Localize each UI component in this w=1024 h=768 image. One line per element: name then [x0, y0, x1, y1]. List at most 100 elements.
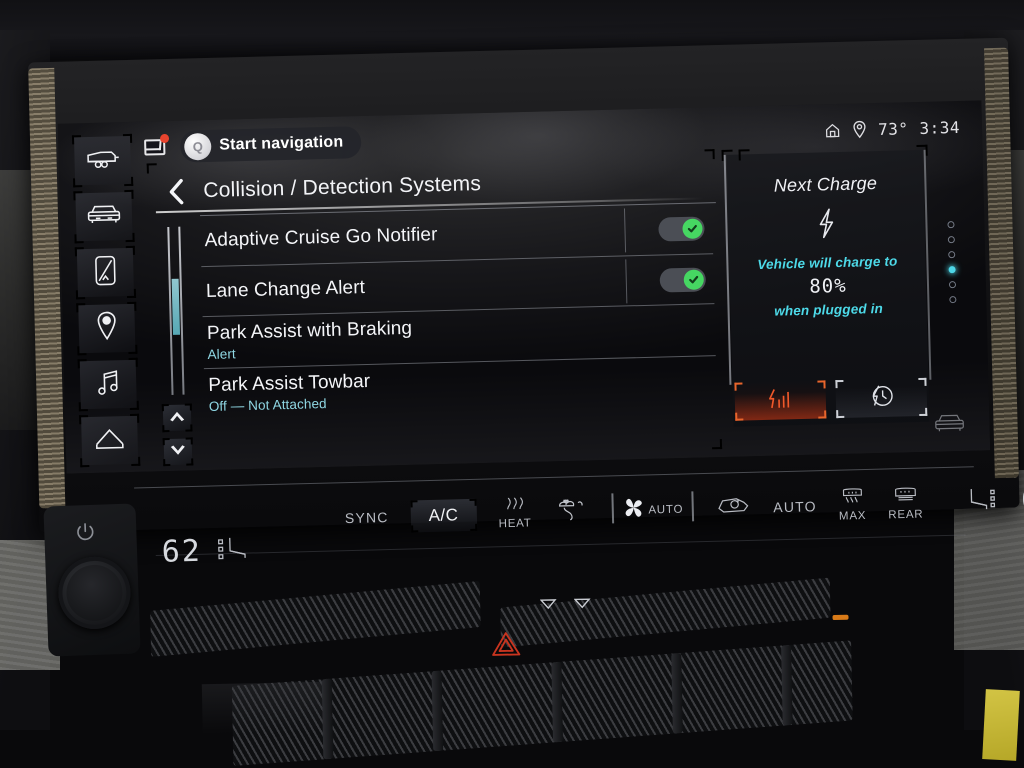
- chevron-down-icon: [170, 443, 186, 461]
- seat-control-surface: [201, 681, 323, 735]
- toggle-knob: [682, 218, 703, 239]
- page-dot[interactable]: [948, 281, 957, 289]
- row-text-block: Park Assist with Braking Alert: [207, 310, 716, 362]
- charge-level-button[interactable]: [734, 380, 827, 421]
- toggle-lane-change-alert[interactable]: [659, 266, 707, 293]
- rear-defrost-icon: [892, 486, 919, 508]
- auto-button[interactable]: AUTO: [773, 498, 817, 515]
- location-pin-icon: [94, 310, 119, 347]
- page-dot[interactable]: [947, 236, 955, 244]
- chevron-left-icon[interactable]: [161, 174, 192, 209]
- driver-temperature[interactable]: 62: [161, 534, 202, 570]
- charge-percent: 80%: [809, 274, 847, 298]
- rear-label: REAR: [888, 508, 924, 522]
- max-defrost-button[interactable]: MAX: [838, 487, 866, 523]
- air-recirculation-icon[interactable]: [715, 493, 752, 523]
- ac-button[interactable]: A/C: [410, 498, 477, 532]
- next-charge-title: Next Charge: [773, 173, 878, 196]
- page-dot[interactable]: [947, 221, 955, 229]
- sidebar-item-navigation[interactable]: [76, 301, 138, 356]
- seat-icon[interactable]: [217, 535, 252, 567]
- max-defrost-icon: [839, 487, 866, 509]
- scrollbar-thumb[interactable]: [171, 278, 181, 335]
- fan-auto-label: AUTO: [648, 503, 684, 516]
- air-vent-lower: [231, 640, 853, 766]
- home-icon: [92, 425, 127, 457]
- sidebar-item-home[interactable]: [79, 413, 141, 468]
- vent-slat: [781, 644, 793, 726]
- card-corner-tick: [916, 144, 928, 157]
- settings-rows: Adaptive Cruise Go Notifier Lane Change …: [200, 202, 718, 420]
- yellow-window-sticker: [982, 689, 1020, 761]
- seat-icon[interactable]: [967, 486, 1000, 518]
- rear-defrost-button[interactable]: REAR: [888, 486, 924, 522]
- charge-line-3: when plugged in: [774, 300, 884, 319]
- card-corner-tick: [738, 149, 750, 161]
- heat-label: HEAT: [498, 517, 532, 531]
- start-navigation-button[interactable]: Q Start navigation: [179, 126, 362, 163]
- fan-auto-button[interactable]: AUTO: [610, 491, 694, 528]
- row-text-block: Adaptive Cruise Go Notifier: [204, 220, 616, 252]
- sidebar-item-media[interactable]: [77, 357, 139, 412]
- sync-button[interactable]: SYNC: [345, 509, 389, 526]
- fan-icon: [621, 497, 646, 525]
- chevron-up-icon: [169, 409, 185, 427]
- mail-icon-flap: [145, 141, 162, 151]
- home-icon[interactable]: [824, 121, 841, 138]
- scheduled-charge-button[interactable]: [835, 377, 928, 419]
- music-note-icon: [95, 367, 122, 403]
- scroll-down-button[interactable]: [162, 437, 194, 467]
- scroll-up-button[interactable]: [161, 403, 193, 433]
- page-title: Collision / Detection Systems: [203, 172, 482, 203]
- location-pin-icon[interactable]: [852, 120, 867, 139]
- toggle-adaptive-cruise-go-notifier[interactable]: [658, 216, 705, 242]
- page-dot[interactable]: [948, 251, 956, 259]
- vent-slat: [671, 652, 683, 734]
- page-indicator-dots[interactable]: [947, 221, 957, 304]
- app-sidebar: [58, 132, 155, 474]
- page-dot[interactable]: [949, 296, 957, 304]
- hazard-triangle-icon[interactable]: [489, 628, 524, 659]
- trailer-icon: [84, 146, 121, 176]
- charge-clock-icon: [867, 382, 896, 414]
- outside-temperature: 73°: [877, 118, 909, 139]
- sidebar-item-device[interactable]: [74, 245, 137, 300]
- fan-bracket-right: [690, 491, 694, 522]
- console-arrow-buttons: [539, 596, 592, 615]
- climate-divider: [944, 489, 946, 516]
- sidebar-item-trailer[interactable]: [71, 133, 134, 188]
- sidebar-item-vehicle[interactable]: [73, 189, 135, 244]
- vent-slat: [431, 670, 444, 752]
- chevron-left-arrow-icon[interactable]: [539, 597, 558, 615]
- row-text-block: Park Assist Towbar Off — Not Attached: [208, 362, 717, 414]
- clock: 3:34: [919, 117, 961, 138]
- max-label: MAX: [838, 509, 867, 523]
- truck-front-icon: [85, 201, 124, 233]
- truck-front-icon[interactable]: [931, 410, 968, 442]
- page-dot-active[interactable]: [948, 266, 956, 274]
- row-title: Lane Change Alert: [205, 276, 366, 302]
- lower-console: [120, 577, 913, 768]
- list-scrollbar[interactable]: [166, 226, 186, 395]
- toggle-knob: [683, 268, 705, 290]
- power-icon[interactable]: [72, 519, 99, 546]
- climate-right-zone: SYNC A/C HEAT AUTO AUTO MAX REAR 65: [344, 482, 1024, 535]
- heat-button[interactable]: HEAT: [498, 496, 532, 530]
- row-text-block: Lane Change Alert: [206, 270, 618, 302]
- phone-device-icon: [93, 254, 118, 292]
- mail-icon[interactable]: [144, 133, 170, 158]
- fan-bracket-left: [610, 493, 614, 524]
- charge-line-1: Vehicle will charge to: [757, 253, 898, 273]
- heat-waves-icon: [502, 497, 526, 517]
- climate-bottom-rule: [155, 534, 966, 556]
- chevron-right-arrow-icon[interactable]: [573, 596, 592, 614]
- settings-list-panel: Collision / Detection Systems Adaptive C…: [146, 149, 723, 469]
- windshield-defrost-icon[interactable]: [553, 496, 590, 528]
- status-indicators: 73° 3:34: [824, 117, 960, 139]
- next-charge-card: Next Charge Vehicle will charge to 80% w…: [721, 144, 932, 427]
- row-control-cell: [618, 266, 715, 293]
- ac-label: A/C: [428, 504, 459, 525]
- amber-indicator-light: [832, 614, 849, 621]
- search-icon: Q: [183, 132, 212, 161]
- notification-badge: [159, 133, 170, 144]
